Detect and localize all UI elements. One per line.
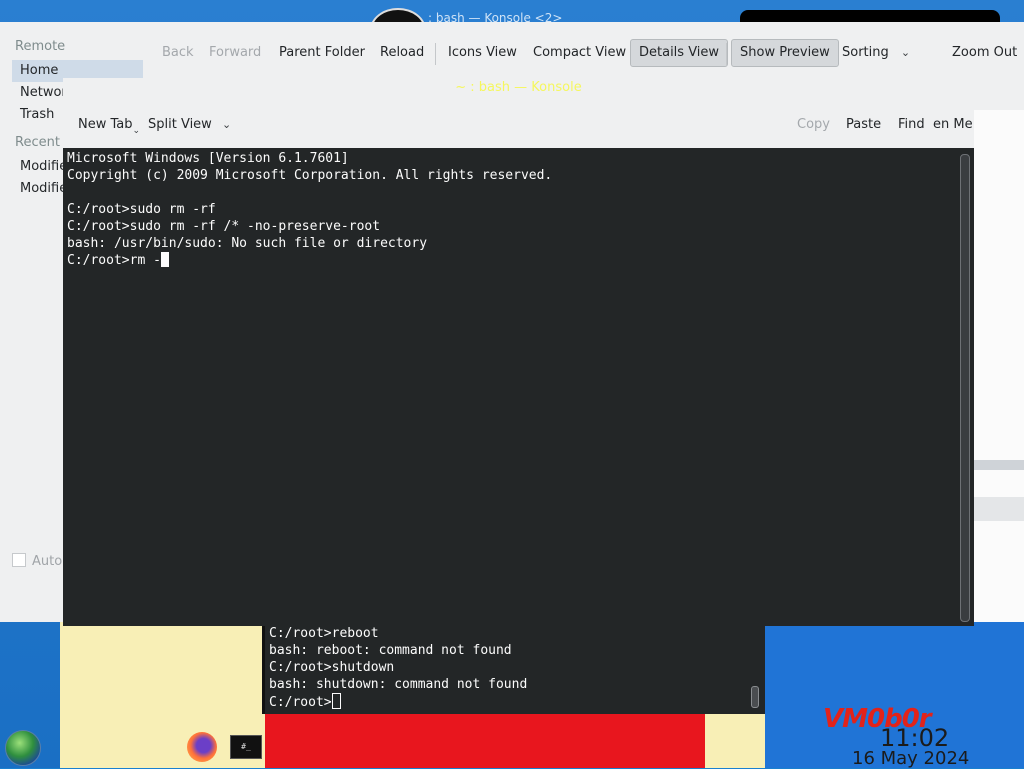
terminal-scrollbar[interactable] bbox=[960, 154, 970, 622]
terminal-cursor bbox=[160, 252, 169, 267]
second-terminal-text: C:/root>reboot bash: reboot: command not… bbox=[269, 626, 528, 710]
back-button[interactable]: Back bbox=[154, 39, 202, 67]
sidebar-heading-recent: Recent bbox=[15, 135, 60, 150]
sorting-button[interactable]: Sorting ⌄ bbox=[834, 39, 918, 67]
terminal-cursor bbox=[331, 693, 341, 709]
compact-view-button[interactable]: Compact View bbox=[525, 39, 634, 67]
sidebar-heading-remote: Remote bbox=[15, 39, 66, 54]
autoplay-label: Auto bbox=[32, 554, 63, 569]
file-view-panel bbox=[973, 110, 1024, 622]
panel-divider bbox=[974, 497, 1024, 521]
new-tab-label: New Tab bbox=[78, 117, 133, 132]
start-orb-icon[interactable] bbox=[5, 730, 41, 766]
split-view-label: Split View bbox=[148, 117, 212, 132]
konsole-toolbar: New Tab⌄ Split View ⌄ Copy Paste Find en… bbox=[63, 112, 974, 140]
show-preview-button[interactable]: Show Preview bbox=[731, 39, 839, 67]
details-view-button[interactable]: Details View bbox=[630, 39, 729, 67]
konsole-window: ~ : bash — Konsole New Tab⌄ Split View ⌄… bbox=[63, 78, 974, 626]
find-button[interactable]: Find bbox=[898, 112, 925, 138]
paste-button[interactable]: Paste bbox=[846, 112, 881, 138]
zoom-out-button[interactable]: Zoom Out bbox=[944, 39, 1024, 67]
forward-button[interactable]: Forward bbox=[201, 39, 269, 67]
toolbar-separator bbox=[726, 43, 727, 65]
konsole-title: ~ : bash — Konsole bbox=[455, 80, 582, 95]
checkbox-icon[interactable] bbox=[12, 553, 26, 567]
toolbar-separator bbox=[435, 43, 436, 65]
clock-date: 16 May 2024 bbox=[852, 748, 970, 769]
chevron-down-icon: ⌄ bbox=[900, 46, 911, 59]
terminal-area[interactable]: Microsoft Windows [Version 6.1.7601] Cop… bbox=[63, 148, 974, 626]
konsole-icon[interactable]: #_ bbox=[230, 735, 262, 759]
parent-folder-button[interactable]: Parent Folder bbox=[271, 39, 373, 67]
second-terminal-area[interactable]: C:/root>reboot bash: reboot: command not… bbox=[262, 626, 765, 714]
menu-button[interactable]: en Me bbox=[933, 112, 973, 138]
chevron-down-icon: ⌄ bbox=[132, 126, 141, 136]
split-view-button[interactable]: Split View ⌄ bbox=[148, 112, 231, 138]
terminal-output: Microsoft Windows [Version 6.1.7601] Cop… bbox=[67, 150, 552, 269]
autoplay-checkbox[interactable]: Auto bbox=[12, 553, 62, 569]
second-terminal-output: C:/root>reboot bash: reboot: command not… bbox=[269, 625, 527, 711]
terminal-text: Microsoft Windows [Version 6.1.7601] Cop… bbox=[67, 151, 553, 268]
chevron-down-icon: ⌄ bbox=[221, 118, 232, 131]
reload-button[interactable]: Reload bbox=[372, 39, 432, 67]
copy-button[interactable]: Copy bbox=[797, 112, 830, 138]
sorting-label: Sorting bbox=[842, 45, 889, 60]
firefox-icon[interactable] bbox=[187, 732, 217, 762]
icons-view-button[interactable]: Icons View bbox=[440, 39, 525, 67]
second-terminal-scrollbar[interactable] bbox=[751, 686, 759, 708]
file-manager-toolbar: Back Forward Parent Folder Reload Icons … bbox=[150, 39, 1024, 69]
new-tab-button[interactable]: New Tab⌄ bbox=[78, 112, 140, 138]
panel-divider bbox=[974, 460, 1024, 470]
